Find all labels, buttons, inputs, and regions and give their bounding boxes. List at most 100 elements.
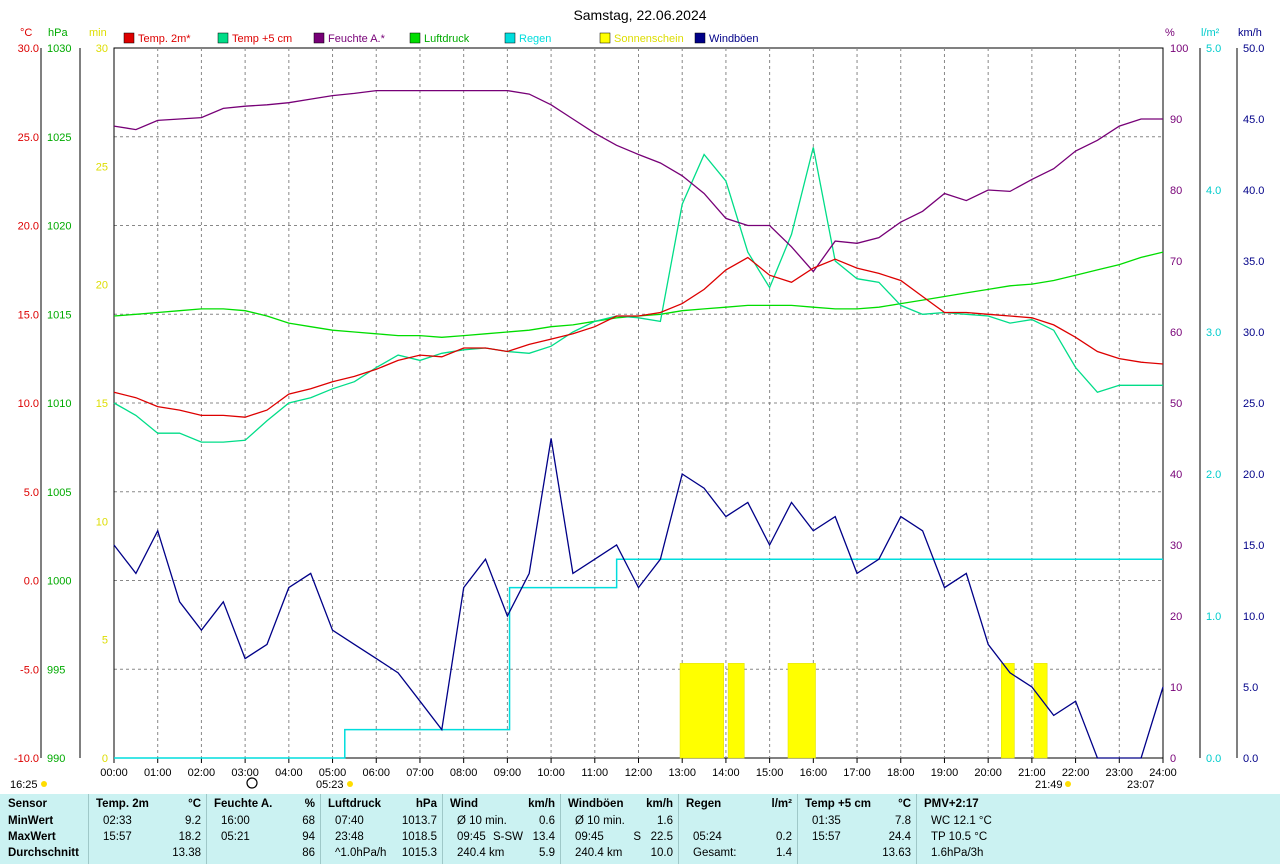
- sunrise-icon: [347, 781, 353, 787]
- humidity-tick-label: 0: [1170, 753, 1176, 765]
- stats-row-label: MinWert: [8, 815, 54, 827]
- wind-tick-label: 15.0: [1243, 540, 1264, 552]
- stats-value: 1013.7: [401, 815, 437, 827]
- rain-tick-label: 5.0: [1206, 43, 1221, 55]
- legend-swatch: [599, 32, 611, 44]
- time-tick-label: 13:00: [668, 767, 696, 779]
- temp-tick-label: 15.0: [18, 309, 39, 321]
- unit-wind: km/h: [1238, 27, 1262, 39]
- humidity-tick-label: 100: [1170, 43, 1188, 55]
- stats-time: Ø 10 min.: [457, 815, 507, 827]
- unit-temp: °C: [20, 27, 32, 39]
- humidity-tick-label: 30: [1170, 540, 1182, 552]
- stats-time: 05:24: [693, 831, 722, 843]
- pressure-tick-label: 1020: [47, 221, 71, 233]
- sunshine-tick-label: 15: [96, 398, 108, 410]
- sunshine-tick-label: 5: [102, 635, 108, 647]
- time-tick-label: 16:00: [800, 767, 828, 779]
- time-tick-label: 11:00: [581, 767, 608, 779]
- wind-tick-label: 45.0: [1243, 114, 1264, 126]
- sunshine-bar: [727, 663, 745, 759]
- rain-tick-label: 0.0: [1206, 753, 1221, 765]
- temp-tick-label: 20.0: [18, 221, 39, 233]
- legend-swatch: [217, 32, 229, 44]
- moon-time-label: 23:07: [1127, 779, 1155, 791]
- sunset-icon: [1065, 781, 1071, 787]
- temp-tick-label: 30.0: [18, 43, 39, 55]
- stats-time: 01:35: [812, 815, 841, 827]
- stats-time: ^1.0hPa/h: [335, 847, 387, 859]
- legend-label: Regen: [519, 33, 551, 45]
- stats-time: 16:00: [221, 815, 250, 827]
- stats-value: 13.38: [172, 847, 201, 859]
- stats-direction: S-SW: [492, 831, 523, 843]
- time-tick-label: 04:00: [275, 767, 303, 779]
- stats-column-unit: km/h: [646, 798, 673, 810]
- rain-tick-label: 1.0: [1206, 611, 1221, 623]
- stats-value: 94: [302, 831, 315, 843]
- stats-column: Luftdruck hPa 07:40 1013.7 23:48 1018.5 ^1.0hP…: [320, 794, 443, 864]
- stats-column-unit: l/m²: [771, 798, 792, 810]
- wind-tick-label: 20.0: [1243, 469, 1264, 481]
- time-tick-label: 01:00: [144, 767, 172, 779]
- temp-tick-label: 0.0: [24, 576, 39, 588]
- stats-column-header: Feuchte A.: [214, 798, 273, 810]
- stats-value: 1.6: [657, 815, 673, 827]
- legend-swatch: [694, 32, 706, 44]
- rain-tick-label: 2.0: [1206, 469, 1221, 481]
- stats-row-label: Durchschnitt: [8, 847, 79, 859]
- stats-column: PMV+2:17 WC 12.1 °C TP 10.5 °C 1.6hPa/3h: [916, 794, 1037, 864]
- unit-rain: l/m²: [1201, 27, 1220, 39]
- humidity-tick-label: 10: [1170, 682, 1182, 694]
- sunshine-bar: [679, 663, 724, 759]
- humidity-tick-label: 40: [1170, 469, 1182, 481]
- wind-tick-label: 40.0: [1243, 185, 1264, 197]
- stats-row-label: MaxWert: [8, 831, 56, 843]
- stats-time: 07:40: [335, 815, 364, 827]
- unit-sunshine: min: [89, 27, 107, 39]
- legend-swatch: [123, 32, 135, 44]
- pressure-tick-label: 1000: [47, 576, 71, 588]
- humidity-tick-label: 80: [1170, 185, 1182, 197]
- wind-tick-label: 25.0: [1243, 398, 1264, 410]
- time-tick-label: 23:00: [1106, 767, 1134, 779]
- stats-time: 09:45: [575, 831, 604, 843]
- stats-value: 24.4: [888, 831, 911, 843]
- wind-tick-label: 30.0: [1243, 327, 1264, 339]
- sunshine-tick-label: 25: [96, 161, 108, 173]
- sunshine-bar: [787, 663, 816, 759]
- sunshine-tick-label: 10: [96, 516, 108, 528]
- stats-column: Regen l/m² 05:24 0.2 Gesamt: 1.4: [678, 794, 798, 864]
- time-tick-label: 19:00: [931, 767, 959, 779]
- sunrise-label: 05:23: [316, 779, 344, 791]
- time-tick-label: 12:00: [625, 767, 653, 779]
- unit-humidity: %: [1165, 27, 1175, 39]
- stats-time: Gesamt:: [693, 847, 737, 859]
- stats-column-unit: hPa: [415, 798, 437, 810]
- sunshine-tick-label: 0: [102, 753, 108, 765]
- time-tick-label: 17:00: [843, 767, 871, 779]
- sunshine-tick-label: 30: [96, 43, 108, 55]
- stats-time: Ø 10 min.: [575, 815, 625, 827]
- sun-moon-markers: 16:25 05:23 21:49 23:07: [10, 777, 1155, 791]
- time-tick-label: 20:00: [974, 767, 1002, 779]
- stats-time: 15:57: [812, 831, 841, 843]
- legend-label: Feuchte A.*: [328, 33, 386, 45]
- time-tick-label: 09:00: [494, 767, 522, 779]
- time-tick-label: 18:00: [887, 767, 915, 779]
- stats-column: Temp +5 cm °C 01:35 7.8 15:57 24.4 13.63: [797, 794, 917, 864]
- pressure-tick-label: 990: [47, 753, 65, 765]
- stats-column-header: Regen: [686, 798, 722, 810]
- temp-tick-label: -5.0: [20, 664, 39, 676]
- pressure-tick-label: 995: [47, 664, 65, 676]
- time-tick-label: 24:00: [1149, 767, 1177, 779]
- stats-column-header: Luftdruck: [328, 798, 382, 810]
- stats-value: 1018.5: [401, 831, 437, 843]
- time-tick-label: 08:00: [450, 767, 478, 779]
- stats-value: 1.4: [776, 847, 792, 859]
- stats-value: 68: [302, 815, 315, 827]
- temp-tick-label: 10.0: [18, 398, 39, 410]
- stats-column-header: PMV+2:17: [924, 798, 979, 810]
- stats-column-header: Wind: [450, 798, 478, 810]
- wind-tick-label: 5.0: [1243, 682, 1258, 694]
